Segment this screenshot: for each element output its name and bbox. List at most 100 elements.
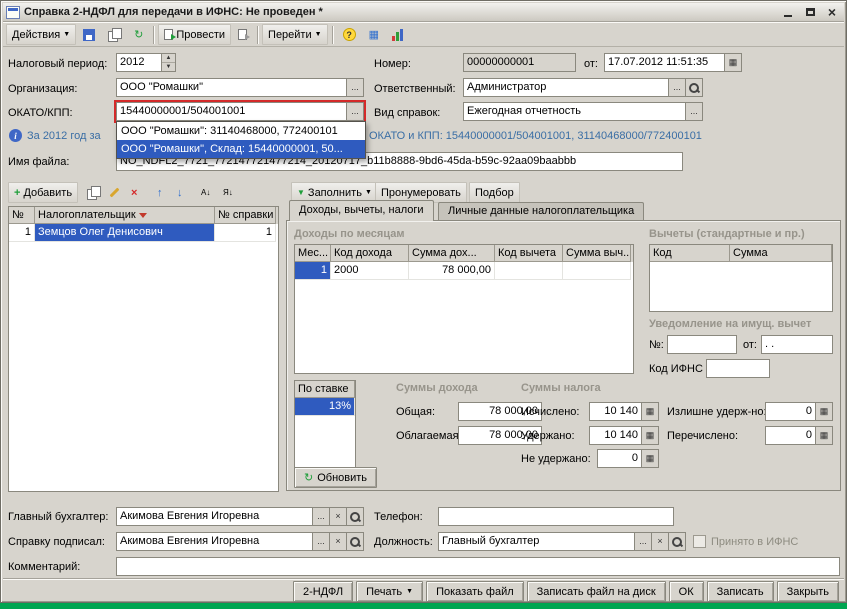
open-button[interactable]: [668, 533, 685, 550]
column-header-code[interactable]: Код: [650, 245, 730, 262]
delete-row-button[interactable]: ×: [125, 182, 143, 203]
tax-period-field[interactable]: 2012 ▲ ▼: [116, 53, 176, 72]
column-header-month[interactable]: Мес...: [295, 245, 331, 262]
transferred-field[interactable]: 0 ▦: [765, 426, 833, 445]
show-file-button[interactable]: Показать файл: [426, 581, 524, 602]
dropdown-item[interactable]: ООО "Ромашки": 31140468000, 772400101: [117, 122, 365, 140]
move-down-button[interactable]: ↓: [171, 182, 189, 203]
column-header-income-sum[interactable]: Сумма дох...: [409, 245, 495, 262]
column-header-num[interactable]: №: [9, 207, 35, 224]
close-form-button[interactable]: Закрыть: [776, 581, 839, 602]
column-header-income-code[interactable]: Код дохода: [331, 245, 409, 262]
add-row-button[interactable]: + Добавить: [8, 182, 79, 203]
spin-down-icon[interactable]: ▼: [162, 63, 175, 71]
choose-button[interactable]: ...: [346, 103, 363, 120]
calculator-button[interactable]: ▦: [641, 403, 658, 420]
column-header-deduction-code[interactable]: Код вычета: [495, 245, 563, 262]
choose-button[interactable]: ...: [634, 533, 651, 550]
tab-income-deductions-taxes[interactable]: Доходы, вычеты, налоги: [289, 200, 434, 221]
calculator-button[interactable]: ▦: [815, 427, 832, 444]
help-button[interactable]: ?: [337, 24, 362, 45]
over-withheld-field[interactable]: 0 ▦: [765, 402, 833, 421]
cell-num[interactable]: 1: [9, 224, 35, 242]
copy-button[interactable]: [102, 24, 127, 45]
column-header-deduction-sum[interactable]: Сумма выч...: [563, 245, 631, 262]
ndfl-button[interactable]: 2-НДФЛ: [292, 581, 354, 602]
signed-by-field[interactable]: Акимова Евгения Игоревна ... ×: [116, 532, 364, 551]
structure-button[interactable]: ▦: [363, 24, 385, 45]
ok-button[interactable]: ОК: [668, 581, 704, 602]
calculator-button[interactable]: ▦: [641, 450, 658, 467]
column-header-cert[interactable]: № справки: [215, 207, 276, 224]
cell-income-sum[interactable]: 78 000,00: [409, 262, 495, 280]
calculator-button[interactable]: ▦: [641, 427, 658, 444]
cell-cert[interactable]: 1: [215, 224, 276, 242]
okato-field[interactable]: 15440000001/504001001 ...: [114, 100, 366, 123]
maximize-button[interactable]: [801, 5, 819, 20]
tax-period-spinner[interactable]: ▲ ▼: [161, 54, 175, 71]
not-withheld-tax-field[interactable]: 0 ▦: [597, 449, 659, 468]
choose-button[interactable]: ...: [668, 79, 685, 96]
column-header-rate[interactable]: По ставке: [295, 381, 355, 398]
save-button[interactable]: [77, 24, 101, 45]
withheld-tax-field[interactable]: 10 140 ▦: [589, 426, 659, 445]
notice-date-field[interactable]: . .: [761, 335, 833, 354]
open-button[interactable]: [346, 533, 363, 550]
actions-menu-button[interactable]: Действия ▼: [6, 24, 77, 45]
print-menu-button[interactable]: Печать ▼: [356, 581, 424, 602]
cell-income-code[interactable]: 2000: [331, 262, 409, 280]
close-button[interactable]: ×: [823, 5, 841, 20]
table-row[interactable]: 1 2000 78 000,00: [295, 262, 633, 280]
choose-button[interactable]: ...: [312, 533, 329, 550]
open-button[interactable]: [346, 508, 363, 525]
responsible-field[interactable]: Администратор ...: [463, 78, 703, 97]
comment-field[interactable]: [116, 557, 840, 576]
table-row[interactable]: 13%: [295, 398, 355, 416]
clear-button[interactable]: ×: [329, 533, 346, 550]
cell-rate[interactable]: 13%: [295, 398, 355, 416]
tab-personal-data[interactable]: Личные данные налогоплательщика: [438, 202, 645, 220]
info-text[interactable]: За 2012 год за: [27, 127, 101, 145]
cell-month[interactable]: 1: [295, 262, 331, 280]
clear-button[interactable]: ×: [329, 508, 346, 525]
post-button[interactable]: Провести: [158, 24, 232, 45]
analysis-button[interactable]: [386, 24, 409, 45]
calculated-tax-field[interactable]: 10 140 ▦: [589, 402, 659, 421]
edit-row-button[interactable]: [103, 182, 126, 203]
save-file-to-disk-button[interactable]: Записать файл на диск: [526, 581, 666, 602]
clear-button[interactable]: ×: [651, 533, 668, 550]
organization-field[interactable]: ООО "Ромашки" ...: [116, 78, 364, 97]
unpost-button[interactable]: [232, 24, 253, 45]
chief-accountant-field[interactable]: Акимова Евгения Игоревна ... ×: [116, 507, 364, 526]
choose-button[interactable]: ...: [685, 103, 702, 120]
number-field[interactable]: 00000000001: [463, 53, 576, 72]
sort-ascending-button[interactable]: А↓: [195, 182, 216, 203]
spin-up-icon[interactable]: ▲: [162, 54, 175, 63]
refresh-button[interactable]: ↻ Обновить: [294, 467, 378, 488]
cell-deduction-code[interactable]: [495, 262, 563, 280]
notice-number-field[interactable]: [667, 335, 737, 354]
calculator-button[interactable]: ▦: [815, 403, 832, 420]
pick-button[interactable]: Подбор: [469, 182, 520, 203]
table-row[interactable]: 1 Земцов Олег Денисович 1: [9, 224, 278, 242]
minimize-button[interactable]: [779, 5, 797, 20]
cell-deduction-sum[interactable]: [563, 262, 631, 280]
choose-button[interactable]: ...: [346, 79, 363, 96]
write-button[interactable]: Записать: [706, 581, 774, 602]
position-field[interactable]: Главный бухгалтер ... ×: [438, 532, 686, 551]
column-header-sum[interactable]: Сумма: [730, 245, 832, 262]
sort-descending-button[interactable]: Я↓: [217, 182, 239, 203]
open-button[interactable]: [685, 79, 702, 96]
calendar-button[interactable]: ▦: [724, 54, 741, 71]
ifns-code-field[interactable]: [706, 359, 770, 378]
date-field[interactable]: 17.07.2012 11:51:35 ▦: [604, 53, 742, 72]
reread-button[interactable]: ↻: [128, 24, 149, 45]
dropdown-item-selected[interactable]: ООО "Ромашки", Склад: 15440000001, 50...: [117, 140, 365, 158]
column-header-taxpayer[interactable]: Налогоплательщик: [35, 207, 215, 224]
certificate-kind-field[interactable]: Ежегодная отчетность ...: [463, 102, 703, 121]
goto-menu-button[interactable]: Перейти ▼: [262, 24, 328, 45]
phone-field[interactable]: [438, 507, 674, 526]
move-up-button[interactable]: ↑: [151, 182, 169, 203]
cell-taxpayer[interactable]: Земцов Олег Денисович: [35, 224, 215, 242]
choose-button[interactable]: ...: [312, 508, 329, 525]
